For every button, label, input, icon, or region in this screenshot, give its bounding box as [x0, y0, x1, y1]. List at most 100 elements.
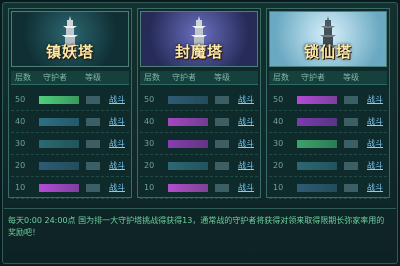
col-level: 等级 [343, 73, 359, 82]
guardian-level-blurred [86, 140, 100, 148]
guardian-name-blurred [297, 162, 337, 170]
battle-link[interactable]: 战斗 [367, 182, 383, 193]
table-row: 30 战斗 [11, 133, 129, 155]
guardian-level-blurred [344, 184, 358, 192]
guardian-level-blurred [86, 118, 100, 126]
floor-number: 30 [273, 139, 284, 148]
battle-link[interactable]: 战斗 [367, 160, 383, 171]
floor-number: 20 [144, 161, 155, 170]
tower-panel-1: 镇妖塔 层数 守护者 等级 50 战斗 40 战斗 30 战斗 20 战斗 10 战斗 [8, 8, 132, 199]
guardian-name-blurred [297, 118, 337, 126]
floor-number: 30 [144, 139, 155, 148]
floor-number: 20 [273, 161, 284, 170]
floor-number: 10 [15, 183, 26, 192]
guardian-level-blurred [86, 184, 100, 192]
battle-link[interactable]: 战斗 [238, 94, 254, 105]
floor-number: 50 [273, 95, 284, 104]
guardian-name-blurred [39, 118, 79, 126]
guardian-name-blurred [168, 140, 208, 148]
battle-link[interactable]: 战斗 [238, 160, 254, 171]
table-row: 30 战斗 [269, 133, 387, 155]
guardian-name-blurred [168, 184, 208, 192]
tower-banner-2: 封魔塔 [140, 11, 258, 67]
guardian-level-blurred [86, 96, 100, 104]
table-row: 20 战斗 [140, 155, 258, 177]
col-level: 等级 [214, 73, 230, 82]
guardian-name-blurred [168, 118, 208, 126]
battle-link[interactable]: 战斗 [109, 116, 125, 127]
floor-number: 30 [15, 139, 26, 148]
guardian-name-blurred [39, 96, 79, 104]
floor-number: 40 [144, 117, 155, 126]
table-row: 20 战斗 [11, 155, 129, 177]
guardian-name-blurred [39, 184, 79, 192]
col-floor: 层数 [273, 73, 289, 82]
tower-panel-3: 锁仙塔 层数 守护者 等级 50 战斗 40 战斗 30 战斗 20 战斗 10 战斗 [266, 8, 390, 199]
floor-number: 40 [273, 117, 284, 126]
tower-banner-1: 镇妖塔 [11, 11, 129, 67]
battle-link[interactable]: 战斗 [238, 116, 254, 127]
tower-rows: 50 战斗 40 战斗 30 战斗 20 战斗 10 战斗 [11, 89, 129, 199]
floor-number: 50 [15, 95, 26, 104]
battle-link[interactable]: 战斗 [109, 94, 125, 105]
table-row: 50 战斗 [269, 89, 387, 111]
battle-link[interactable]: 战斗 [367, 138, 383, 149]
guardian-name-blurred [297, 96, 337, 104]
guardian-name-blurred [297, 140, 337, 148]
floor-number: 10 [273, 183, 284, 192]
tower-banner-3: 锁仙塔 [269, 11, 387, 67]
table-row: 10 战斗 [140, 177, 258, 199]
col-level: 等级 [85, 73, 101, 82]
guardian-level-blurred [344, 140, 358, 148]
col-guardian: 守护者 [301, 73, 325, 82]
guardian-level-blurred [344, 96, 358, 104]
guardian-name-blurred [297, 184, 337, 192]
floor-number: 50 [144, 95, 155, 104]
guardian-level-blurred [215, 184, 229, 192]
battle-link[interactable]: 战斗 [238, 138, 254, 149]
battle-link[interactable]: 战斗 [109, 138, 125, 149]
guardian-level-blurred [215, 118, 229, 126]
tower-name: 封魔塔 [174, 43, 223, 61]
guardian-name-blurred [168, 96, 208, 104]
guardian-level-blurred [215, 96, 229, 104]
guardian-name-blurred [39, 162, 79, 170]
col-floor: 层数 [144, 73, 160, 82]
tower-rows: 50 战斗 40 战斗 30 战斗 20 战斗 10 战斗 [269, 89, 387, 199]
tower-name: 镇妖塔 [45, 43, 94, 61]
battle-link[interactable]: 战斗 [367, 94, 383, 105]
table-header: 层数 守护者 等级 [140, 71, 258, 85]
tower-rows: 50 战斗 40 战斗 30 战斗 20 战斗 10 战斗 [140, 89, 258, 199]
battle-link[interactable]: 战斗 [109, 160, 125, 171]
footer-notice: 每天0:00 24:00点 国为排一大守护塔挑战得获得13，通常战的守护者将获得… [4, 208, 396, 254]
col-guardian: 守护者 [172, 73, 196, 82]
battle-link[interactable]: 战斗 [109, 182, 125, 193]
col-guardian: 守护者 [43, 73, 67, 82]
guardian-name-blurred [168, 162, 208, 170]
table-row: 20 战斗 [269, 155, 387, 177]
guardian-level-blurred [215, 140, 229, 148]
table-row: 50 战斗 [140, 89, 258, 111]
guardian-level-blurred [344, 162, 358, 170]
floor-number: 10 [144, 183, 155, 192]
table-header: 层数 守护者 等级 [269, 71, 387, 85]
table-row: 10 战斗 [269, 177, 387, 199]
guardian-level-blurred [215, 162, 229, 170]
tower-panel-2: 封魔塔 层数 守护者 等级 50 战斗 40 战斗 30 战斗 20 战斗 10 战斗 [137, 8, 261, 199]
floor-number: 40 [15, 117, 26, 126]
table-row: 40 战斗 [140, 111, 258, 133]
battle-link[interactable]: 战斗 [367, 116, 383, 127]
guardian-level-blurred [86, 162, 100, 170]
battle-link[interactable]: 战斗 [238, 182, 254, 193]
table-header: 层数 守护者 等级 [11, 71, 129, 85]
table-row: 40 战斗 [269, 111, 387, 133]
tower-name: 锁仙塔 [303, 43, 352, 61]
guardian-level-blurred [344, 118, 358, 126]
guardian-name-blurred [39, 140, 79, 148]
table-row: 30 战斗 [140, 133, 258, 155]
table-row: 10 战斗 [11, 177, 129, 199]
col-floor: 层数 [15, 73, 31, 82]
floor-number: 20 [15, 161, 26, 170]
table-row: 50 战斗 [11, 89, 129, 111]
table-row: 40 战斗 [11, 111, 129, 133]
